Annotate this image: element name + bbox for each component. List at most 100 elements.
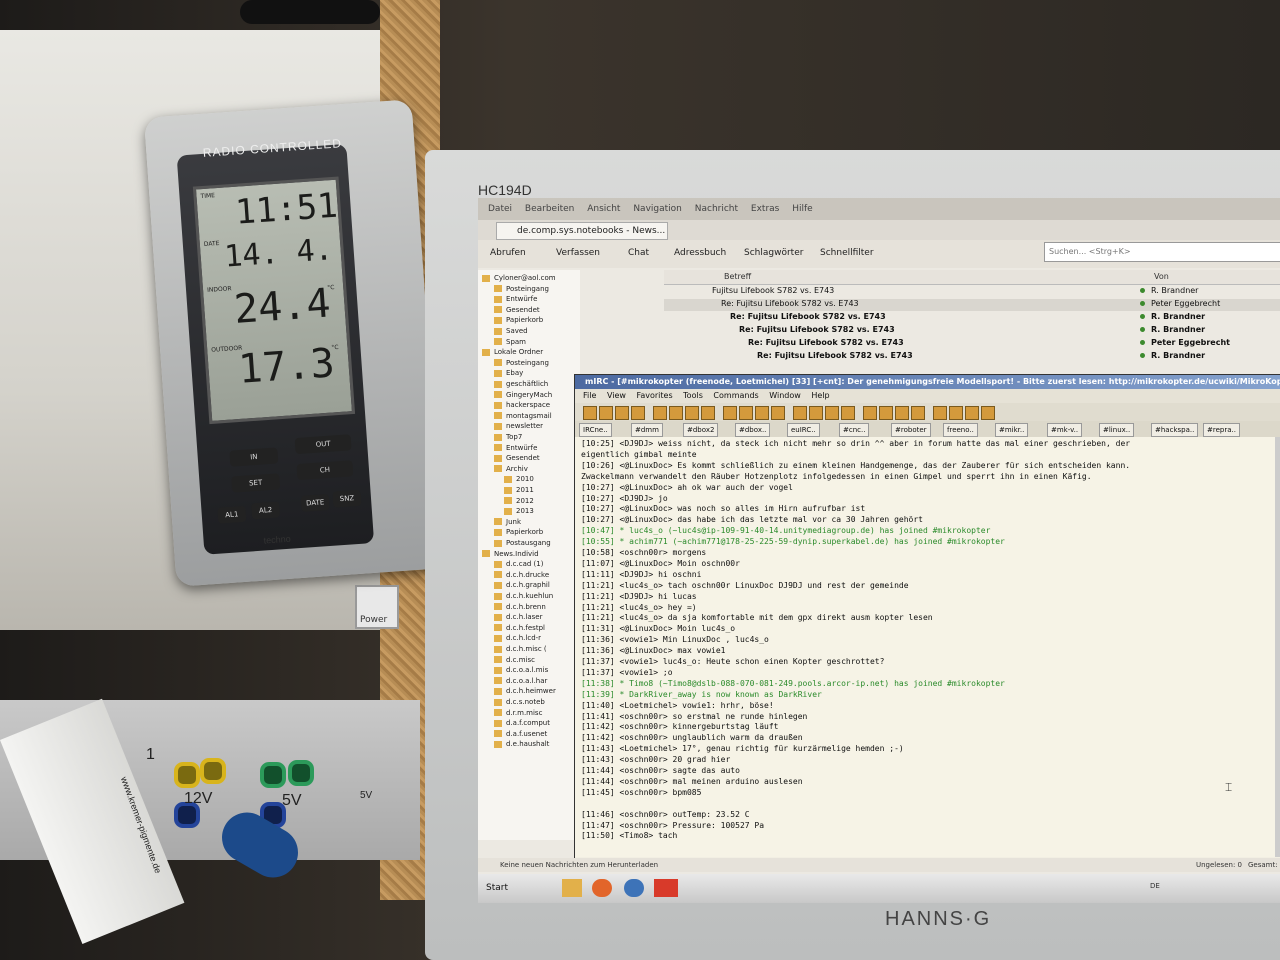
message-row[interactable]: Re: Fujitsu Lifebook S782 vs. E743 R. Bra… <box>664 325 1280 337</box>
toolbar-icon[interactable] <box>841 406 855 420</box>
toolbar-icon[interactable] <box>723 406 737 420</box>
socket-green[interactable] <box>260 762 286 788</box>
toolbar-icon[interactable] <box>863 406 877 420</box>
toolbar-icon[interactable] <box>895 406 909 420</box>
channel-tab[interactable]: #mk-v.. <box>1047 423 1083 437</box>
channel-tab[interactable]: freeno.. <box>943 423 978 437</box>
toolbar-icon[interactable] <box>631 406 645 420</box>
folder-item[interactable]: Gesendet <box>494 454 540 462</box>
folder-item[interactable]: Postausgang <box>494 539 551 547</box>
firefox-icon[interactable] <box>592 879 612 897</box>
al1-button[interactable]: AL1 <box>217 505 247 524</box>
menu-extras[interactable]: Extras <box>751 204 779 214</box>
toolbar-icon[interactable] <box>701 406 715 420</box>
channel-tab[interactable]: #roboter <box>891 423 931 437</box>
message-row[interactable]: Re: Fujitsu Lifebook S782 vs. E743 R. Bra… <box>664 312 1280 324</box>
folder-item[interactable]: newsletter <box>494 422 543 430</box>
folder-item[interactable]: Entwürfe <box>494 295 537 303</box>
folder-item[interactable]: d.c.misc <box>494 656 535 664</box>
toolbar-icon[interactable] <box>911 406 925 420</box>
folder-item[interactable]: Archiv <box>494 465 528 473</box>
thunderbird-icon[interactable] <box>624 879 644 897</box>
folder-item[interactable]: Junk <box>494 518 521 526</box>
toolbar-icon[interactable] <box>793 406 807 420</box>
app-icon[interactable] <box>654 879 678 897</box>
channel-tab[interactable]: #mikr.. <box>995 423 1029 437</box>
chat-button[interactable]: Chat <box>628 248 649 258</box>
toolbar-icon[interactable] <box>771 406 785 420</box>
toolbar-icon[interactable] <box>739 406 753 420</box>
mirc-menu-window[interactable]: Window <box>769 391 801 400</box>
channel-tab[interactable]: IRCne.. <box>579 423 612 437</box>
folder-item[interactable]: d.a.f.comput <box>494 719 550 727</box>
mirc-menu-view[interactable]: View <box>607 391 626 400</box>
folder-item[interactable]: Gesendet <box>494 306 540 314</box>
folder-item[interactable]: d.c.h.brenn <box>494 603 546 611</box>
toolbar-icon[interactable] <box>981 406 995 420</box>
folder-item[interactable]: d.c.cad (1) <box>494 560 543 568</box>
folder-item[interactable]: Papierkorb <box>494 316 543 324</box>
tab-newsgroup[interactable]: de.comp.sys.notebooks - News... <box>496 222 668 240</box>
mirc-menu-commands[interactable]: Commands <box>713 391 758 400</box>
folder-item[interactable]: Saved <box>494 327 528 335</box>
toolbar-icon[interactable] <box>809 406 823 420</box>
toolbar-icon[interactable] <box>949 406 963 420</box>
folder-item[interactable]: d.e.haushalt <box>494 740 549 748</box>
toolbar-icon[interactable] <box>685 406 699 420</box>
verfassen-button[interactable]: Verfassen <box>556 248 600 258</box>
toolbar-icon[interactable] <box>755 406 769 420</box>
tray-language[interactable]: DE <box>1150 882 1160 890</box>
folder-item[interactable]: d.c.o.a.l.mis <box>494 666 548 674</box>
message-row[interactable]: Re: Fujitsu Lifebook S782 vs. E743 Peter … <box>664 299 1280 311</box>
adressbuch-button[interactable]: Adressbuch <box>674 248 726 258</box>
in-button[interactable]: IN <box>229 447 279 467</box>
folder-item[interactable]: Cyloner@aol.com <box>482 274 556 282</box>
mirc-scrollbar[interactable] <box>1275 437 1280 857</box>
toolbar-icon[interactable] <box>653 406 667 420</box>
channel-tab[interactable]: #repra.. <box>1203 423 1240 437</box>
channel-tab[interactable]: #cnc.. <box>839 423 870 437</box>
folder-item[interactable]: News.Individ <box>482 550 539 558</box>
folder-item[interactable]: 2010 <box>504 475 534 483</box>
toolbar-icon[interactable] <box>825 406 839 420</box>
folder-item[interactable]: d.c.h.heimwer <box>494 687 556 695</box>
channel-tab[interactable]: #hackspa.. <box>1151 423 1199 437</box>
menu-ansicht[interactable]: Ansicht <box>587 204 620 214</box>
socket-yellow[interactable] <box>200 758 226 784</box>
column-subject[interactable]: Betreff <box>724 272 751 281</box>
folder-item[interactable]: GingeryMach <box>494 391 552 399</box>
menu-datei[interactable]: Datei <box>488 204 512 214</box>
toolbar-icon[interactable] <box>583 406 597 420</box>
folder-item[interactable]: Lokale Ordner <box>482 348 543 356</box>
folder-item[interactable]: d.c.h.graphil <box>494 581 550 589</box>
schnellfilter-button[interactable]: Schnellfilter <box>820 248 874 258</box>
folder-item[interactable]: hackerspace <box>494 401 550 409</box>
abrufen-button[interactable]: Abrufen <box>490 248 526 258</box>
mirc-menu-file[interactable]: File <box>583 391 596 400</box>
toolbar-icon[interactable] <box>669 406 683 420</box>
set-button[interactable]: SET <box>231 473 281 493</box>
folder-item[interactable]: 2011 <box>504 486 534 494</box>
schlagwoerter-button[interactable]: Schlagwörter <box>744 248 803 258</box>
message-row[interactable]: Re: Fujitsu Lifebook S782 vs. E743 R. Bra… <box>664 351 1280 363</box>
toolbar-icon[interactable] <box>615 406 629 420</box>
toolbar-icon[interactable] <box>965 406 979 420</box>
folder-item[interactable]: Papierkorb <box>494 528 543 536</box>
socket-green[interactable] <box>288 760 314 786</box>
message-row[interactable]: Re: Fujitsu Lifebook S782 vs. E743 Peter … <box>664 338 1280 350</box>
snz-button[interactable]: SNZ <box>332 489 362 508</box>
channel-tab[interactable]: #dbox2 <box>683 423 719 437</box>
folder-item[interactable]: 2013 <box>504 507 534 515</box>
folder-item[interactable]: Entwürfe <box>494 444 537 452</box>
folder-item[interactable]: Posteingang <box>494 359 549 367</box>
search-input[interactable]: Suchen... <Strg+K> <box>1044 242 1280 262</box>
toolbar-icon[interactable] <box>599 406 613 420</box>
folder-item[interactable]: Posteingang <box>494 285 549 293</box>
al2-button[interactable]: AL2 <box>251 501 281 520</box>
channel-tab[interactable]: #dmm <box>631 423 663 437</box>
folder-item[interactable]: geschäftlich <box>494 380 548 388</box>
channel-tab[interactable]: euIRC.. <box>787 423 820 437</box>
folder-item[interactable]: d.c.h.misc ( <box>494 645 547 653</box>
folder-item[interactable]: d.c.o.a.l.har <box>494 677 547 685</box>
folder-item[interactable]: Ebay <box>494 369 523 377</box>
